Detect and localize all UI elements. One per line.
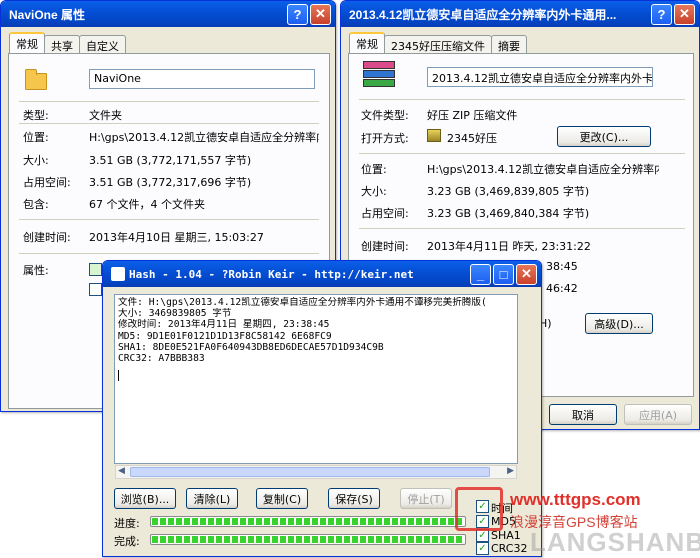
created-label: 创建时间: (23, 231, 71, 244)
size-value: 3.51 GB (3,772,171,557 字节) (89, 154, 252, 167)
watermark-en: LANGSHANBBS (530, 527, 700, 557)
tab-sharing[interactable]: 共享 (44, 35, 80, 53)
2345-app-icon (427, 129, 441, 142)
location-label: 位置: (23, 131, 49, 144)
progress-label: 进度: (114, 517, 140, 530)
watermark-url: www.tttgps.com (510, 490, 641, 509)
browse-button[interactable]: 浏览(B)... (114, 488, 176, 509)
copy-button[interactable]: 复制(C) (256, 488, 308, 509)
created-label: 创建时间: (361, 240, 409, 253)
archive-icon (363, 61, 395, 89)
hidden-checkbox[interactable] (89, 283, 102, 296)
result-line: 大小: 3469839805 字节 (118, 308, 232, 320)
contains-label: 包含: (23, 198, 49, 211)
app-icon (111, 267, 125, 281)
tab-2345-archive[interactable]: 2345好压压缩文件 (384, 35, 492, 53)
type-label: 类型: (23, 109, 49, 122)
total-progress-bar (150, 534, 466, 545)
save-button[interactable]: 保存(S) (328, 488, 380, 509)
created-value: 2013年4月11日 昨天, 23:31:22 (427, 240, 591, 253)
help-button[interactable]: ? (287, 3, 308, 25)
total-progress-fill (152, 536, 464, 543)
disk-size-label: 占用空间: (361, 207, 409, 220)
cancel-button[interactable]: 取消 (549, 404, 617, 425)
result-line: 文件: H:\gps\2013.4.12凯立德安卓自适应全分辨率内外卡通用不谭移… (118, 297, 487, 308)
disk-size-value: 3.23 GB (3,469,840,384 字节) (427, 207, 590, 220)
horizontal-scrollbar[interactable]: ◀ ▶ (115, 465, 517, 479)
stop-button[interactable]: 停止(T) (400, 488, 452, 509)
file-progress-bar (150, 516, 466, 527)
tab-general[interactable]: 常规 (349, 32, 385, 53)
disk-size-label: 占用空间: (23, 176, 71, 189)
tab-general[interactable]: 常规 (9, 32, 45, 53)
file-progress-fill (152, 518, 464, 525)
contains-value: 67 个文件，4 个文件夹 (89, 198, 205, 211)
location-value: H:\gps\2013.4.12凯立德安卓自适应全分辨率内 (89, 131, 319, 144)
result-line: CRC32: A7BBB383 (118, 353, 205, 365)
help-button[interactable]: ? (651, 3, 672, 25)
text-cursor (118, 370, 119, 382)
created-value: 2013年4月10日 星期三, 15:03:27 (89, 231, 264, 244)
tab-summary[interactable]: 摘要 (491, 35, 527, 53)
openwith-value: 2345好压 (447, 132, 497, 145)
scroll-left-arrow-icon[interactable]: ◀ (118, 466, 125, 476)
result-line: SHA1: 8DE0E521FA0F640943DB8ED6DECAE57D1D… (118, 341, 384, 353)
folder-name-field[interactable]: NaviOne (89, 69, 315, 89)
close-button[interactable]: ✕ (674, 3, 695, 25)
close-button[interactable]: ✕ (310, 3, 331, 25)
advanced-button[interactable]: 高级(D)... (585, 313, 653, 334)
modified-time-partial: 38:45 (546, 260, 578, 273)
scroll-right-arrow-icon[interactable]: ▶ (507, 466, 514, 476)
accessed-time-partial: 46:42 (546, 282, 578, 295)
openwith-label: 打开方式: (361, 132, 409, 145)
result-line: MD5: 9D1E01F0121D1D13F8C58142 6E68FC9 (118, 330, 332, 342)
hash-results-textarea[interactable]: 文件: H:\gps\2013.4.12凯立德安卓自适应全分辨率内外卡通用不谭移… (114, 294, 518, 464)
size-value: 3.23 GB (3,469,839,805 字节) (427, 185, 590, 198)
filetype-label: 文件类型: (361, 109, 409, 122)
tab-custom[interactable]: 自定义 (79, 35, 126, 53)
archive-title-bar[interactable]: 2013.4.12凯立德安卓自适应全分辨率内外卡通用... ? ✕ (341, 1, 699, 27)
window-title: NaviOne 属性 (9, 7, 86, 22)
apply-button[interactable]: 应用(A) (624, 404, 692, 425)
archive-name-field[interactable]: 2013.4.12凯立德安卓自适应全分辨率内外卡通 (427, 67, 653, 87)
window-title: 2013.4.12凯立德安卓自适应全分辨率内外卡通用... (349, 7, 617, 22)
clear-button[interactable]: 清除(L) (186, 488, 238, 509)
done-label: 完成: (114, 535, 140, 548)
readonly-checkbox[interactable] (89, 263, 102, 276)
crc32-checkbox[interactable]: ✓ (476, 542, 489, 555)
folder-icon (25, 69, 47, 90)
change-button[interactable]: 更改(C)... (557, 126, 651, 147)
scroll-thumb[interactable] (130, 467, 490, 477)
crc32-check-label: CRC32 (491, 542, 528, 555)
attributes-label: 属性: (23, 264, 49, 277)
disk-size-value: 3.51 GB (3,772,317,696 字节) (89, 176, 252, 189)
size-label: 大小: (23, 154, 49, 167)
watermark-logo (455, 487, 503, 531)
minimize-button[interactable]: _ (470, 263, 491, 285)
close-button[interactable]: ✕ (516, 263, 537, 285)
size-label: 大小: (361, 185, 387, 198)
location-label: 位置: (361, 163, 387, 176)
type-value: 文件夹 (89, 109, 122, 122)
maximize-button[interactable]: □ (493, 263, 514, 285)
result-line: 修改时间: 2013年4月11日 星期四, 23:38:45 (118, 319, 330, 331)
window-title: Hash - 1.04 - ?Robin Keir - http://keir.… (129, 267, 414, 281)
hash-title-bar[interactable]: Hash - 1.04 - ?Robin Keir - http://keir.… (103, 261, 541, 287)
filetype-value: 好压 ZIP 压缩文件 (427, 109, 518, 122)
navione-title-bar[interactable]: NaviOne 属性 ? ✕ (1, 1, 335, 27)
location-value: H:\gps\2013.4.12凯立德安卓自适应全分辨率内 (427, 163, 659, 176)
